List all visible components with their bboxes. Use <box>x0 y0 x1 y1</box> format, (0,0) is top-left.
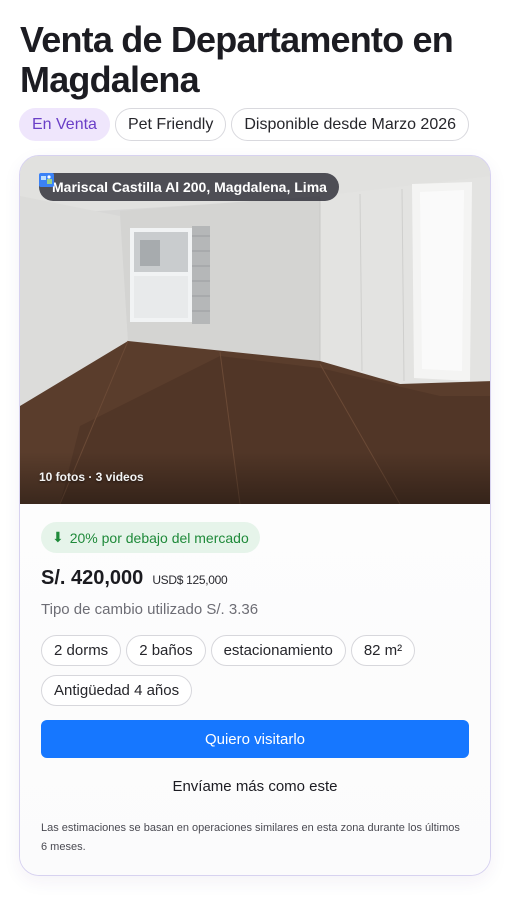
status-badge-en-venta: En Venta <box>19 108 110 141</box>
feature-bedrooms: 2 dorms <box>41 635 122 666</box>
send-similar-link[interactable]: Envíame más como este <box>41 770 469 802</box>
tag-availability: Disponible desde Marzo 2026 <box>231 108 470 141</box>
market-comparison-badge: ⬇ 20% por debajo del mercado <box>41 522 260 553</box>
feature-area: 82 m² <box>350 635 416 666</box>
feature-parking: estacionamiento <box>210 635 346 666</box>
exchange-rate: Tipo de cambio utilizado S/. 3.36 <box>41 601 259 618</box>
arrow-down-icon: ⬇ <box>52 529 64 545</box>
listing-details: ⬇ 20% por debajo del mercado S/. 420,000… <box>20 504 490 875</box>
location-text: Mariscal Castilla Al 200, Magdalena, Lim… <box>52 179 327 195</box>
price-usd: USD$ 125,000 <box>152 573 228 587</box>
feature-age: Antigüedad 4 años <box>41 675 193 706</box>
market-comparison-text: 20% por debajo del mercado <box>69 529 249 546</box>
feature-list: 2 dorms 2 baños estacionamiento 82 m² An… <box>41 635 471 706</box>
listing-photo[interactable]: Mariscal Castilla Al 200, Magdalena, Lim… <box>20 156 490 504</box>
page-title: Venta de Departamento en Magdalena <box>20 19 454 100</box>
estimates-disclaimer: Las estimaciones se basan en operaciones… <box>41 822 460 853</box>
room-photo-illustration <box>20 156 490 504</box>
listing-card: Mariscal Castilla Al 200, Magdalena, Lim… <box>19 155 491 876</box>
price-row: S/. 420,000 USD$ 125,000 <box>41 567 469 590</box>
schedule-visit-button[interactable]: Quiero visitarlo <box>41 720 469 758</box>
location-pill[interactable]: Mariscal Castilla Al 200, Magdalena, Lim… <box>39 173 339 201</box>
price-pen: S/. 420,000 <box>41 567 144 589</box>
map-icon <box>39 173 54 187</box>
tag-pet-friendly: Pet Friendly <box>114 108 227 141</box>
feature-bathrooms: 2 baños <box>126 635 206 666</box>
media-count: 10 fotos · 3 videos <box>39 470 144 484</box>
listing-tags: En Venta Pet Friendly Disponible desde M… <box>19 108 470 141</box>
